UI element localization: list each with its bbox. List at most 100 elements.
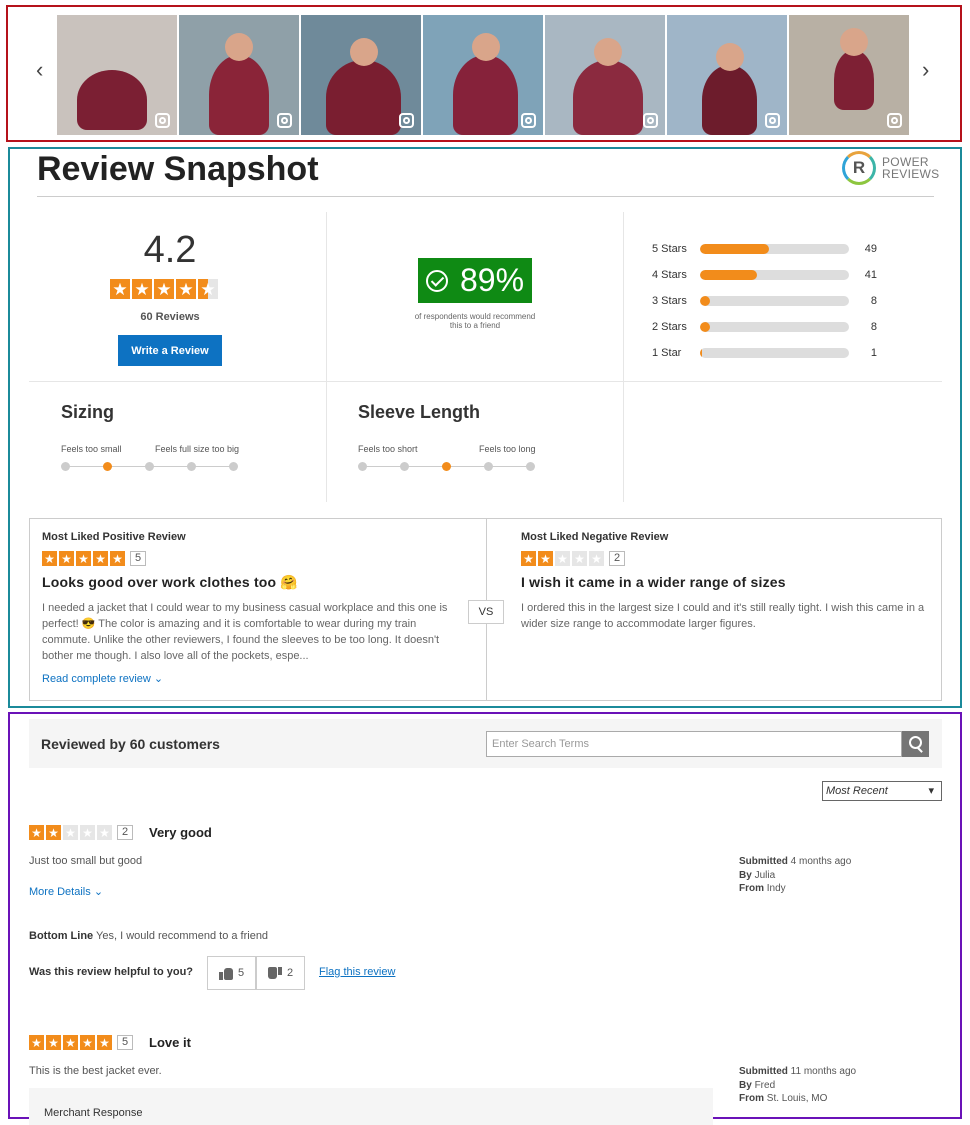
gallery-thumbnails bbox=[57, 15, 909, 135]
review-location: St. Louis, MO bbox=[766, 1093, 828, 1104]
review-item: 2 Very good Just too small but good Subm… bbox=[29, 825, 942, 1005]
instagram-icon bbox=[521, 113, 536, 128]
histogram-fill bbox=[700, 270, 757, 280]
helpful-yes-button[interactable]: 5 bbox=[207, 956, 256, 990]
negative-review: Most Liked Negative Review 2 I wish it c… bbox=[521, 519, 931, 700]
scale-dot bbox=[526, 462, 535, 471]
recommend-badge: 89% bbox=[418, 258, 532, 303]
read-complete-review-link[interactable]: Read complete review ⌄ bbox=[42, 672, 163, 685]
review-location: Indy bbox=[766, 883, 786, 894]
reviewed-by-count: Reviewed by 60 customers bbox=[41, 736, 220, 752]
write-review-button[interactable]: Write a Review bbox=[118, 335, 222, 366]
negative-heading: Most Liked Negative Review bbox=[521, 531, 669, 543]
average-stars bbox=[110, 279, 218, 299]
gallery-photo[interactable] bbox=[423, 15, 543, 135]
more-details-link[interactable]: More Details ⌄ bbox=[29, 885, 103, 898]
photo-subject bbox=[702, 65, 757, 135]
flag-review-link[interactable]: Flag this review bbox=[319, 966, 395, 978]
review-headline: Love it bbox=[149, 1035, 191, 1050]
review-stars bbox=[29, 1035, 112, 1050]
histogram-label: 1 Star bbox=[652, 347, 682, 359]
chevron-right-icon: › bbox=[922, 57, 930, 82]
review-rating-count: 2 bbox=[117, 825, 134, 840]
star-icon bbox=[176, 279, 196, 299]
chevron-left-icon: ‹ bbox=[36, 57, 44, 82]
star-icon bbox=[76, 551, 91, 566]
instagram-icon bbox=[155, 113, 170, 128]
star-icon bbox=[589, 551, 604, 566]
instagram-icon bbox=[399, 113, 414, 128]
histogram-row[interactable]: 2 Stars 8 bbox=[652, 314, 877, 340]
photo-subject-head bbox=[471, 33, 500, 61]
histogram-row[interactable]: 4 Stars 41 bbox=[652, 262, 877, 288]
instagram-icon bbox=[887, 113, 902, 128]
photo-subject-head bbox=[349, 38, 378, 66]
star-icon bbox=[572, 551, 587, 566]
sort-select[interactable]: Most Recent bbox=[822, 781, 942, 801]
star-icon bbox=[198, 279, 218, 299]
instagram-icon bbox=[643, 113, 658, 128]
gallery-photo[interactable] bbox=[667, 15, 787, 135]
histogram-label: 5 Stars bbox=[652, 243, 687, 255]
sleeve-left-label: Feels too short bbox=[358, 444, 418, 454]
star-icon bbox=[97, 825, 112, 840]
positive-rating-count: 5 bbox=[130, 551, 147, 566]
logo-text-bottom: REVIEWS bbox=[882, 167, 940, 181]
review-author: Julia bbox=[754, 869, 776, 881]
gallery-photo[interactable] bbox=[57, 15, 177, 135]
gallery-photo[interactable] bbox=[545, 15, 665, 135]
star-icon bbox=[80, 1035, 95, 1050]
search-icon[interactable] bbox=[902, 731, 929, 757]
histogram-fill bbox=[700, 296, 711, 306]
histogram-row[interactable]: 5 Stars 49 bbox=[652, 236, 877, 262]
recommend-caption: of respondents would recommend this to a… bbox=[414, 312, 536, 330]
histogram-label: 4 Stars bbox=[652, 269, 687, 281]
star-icon bbox=[80, 825, 95, 840]
helpful-no-button[interactable]: 2 bbox=[256, 956, 305, 990]
review-item: 5 Love it This is the best jacket ever. … bbox=[29, 1035, 942, 1125]
thumbs-down-icon bbox=[268, 967, 282, 980]
star-icon bbox=[29, 825, 44, 840]
histogram-count: 8 bbox=[870, 295, 877, 307]
gallery-prev-button[interactable]: ‹ bbox=[36, 59, 43, 81]
gallery-photo[interactable] bbox=[789, 15, 909, 135]
photo-subject bbox=[326, 60, 401, 135]
review-list: Reviewed by 60 customers Most Recent 2 V… bbox=[8, 712, 962, 1125]
star-icon bbox=[110, 551, 125, 566]
histogram-bar bbox=[700, 270, 849, 280]
sizing-left-label: Feels too small bbox=[61, 444, 122, 454]
negative-title: I wish it came in a wider range of sizes bbox=[521, 574, 786, 590]
histogram-bar bbox=[700, 296, 849, 306]
gallery-next-button[interactable]: › bbox=[922, 59, 929, 81]
divider bbox=[37, 196, 934, 197]
review-rating-count: 5 bbox=[117, 1035, 134, 1050]
power-reviews-mark: R bbox=[842, 151, 876, 185]
negative-stars bbox=[521, 551, 604, 566]
page-title: Review Snapshot bbox=[37, 150, 319, 188]
histogram-row[interactable]: 1 Star 1 bbox=[652, 340, 877, 366]
sizing-right-label: Feels full size too big bbox=[155, 444, 240, 454]
photo-subject bbox=[453, 55, 518, 135]
star-icon bbox=[132, 279, 152, 299]
photo-subject bbox=[209, 55, 269, 135]
search-input[interactable] bbox=[486, 731, 902, 757]
star-icon bbox=[46, 1035, 61, 1050]
photo-subject-head bbox=[840, 28, 868, 56]
power-reviews-logo: R POWER REVIEWS bbox=[842, 151, 939, 185]
scale-dot bbox=[484, 462, 493, 471]
sleeve-title: Sleeve Length bbox=[358, 402, 481, 422]
histogram-bar bbox=[700, 322, 849, 332]
review-body: Just too small but good bbox=[29, 855, 143, 867]
star-icon bbox=[93, 551, 108, 566]
sizing-title: Sizing bbox=[61, 402, 114, 422]
gallery-photo[interactable] bbox=[301, 15, 421, 135]
review-meta: Submitted 4 months ago By Julia From Ind… bbox=[739, 856, 852, 894]
histogram-bar bbox=[700, 244, 849, 254]
histogram-row[interactable]: 3 Stars 8 bbox=[652, 288, 877, 314]
recommend-percent: 89% bbox=[460, 262, 525, 298]
divider bbox=[623, 212, 624, 502]
histogram-fill bbox=[700, 322, 711, 332]
gallery-photo[interactable] bbox=[179, 15, 299, 135]
rating-histogram: 5 Stars 49 4 Stars 41 3 Stars 8 2 Stars 8 1 Star… bbox=[652, 236, 877, 366]
photo-subject-head bbox=[225, 33, 253, 61]
